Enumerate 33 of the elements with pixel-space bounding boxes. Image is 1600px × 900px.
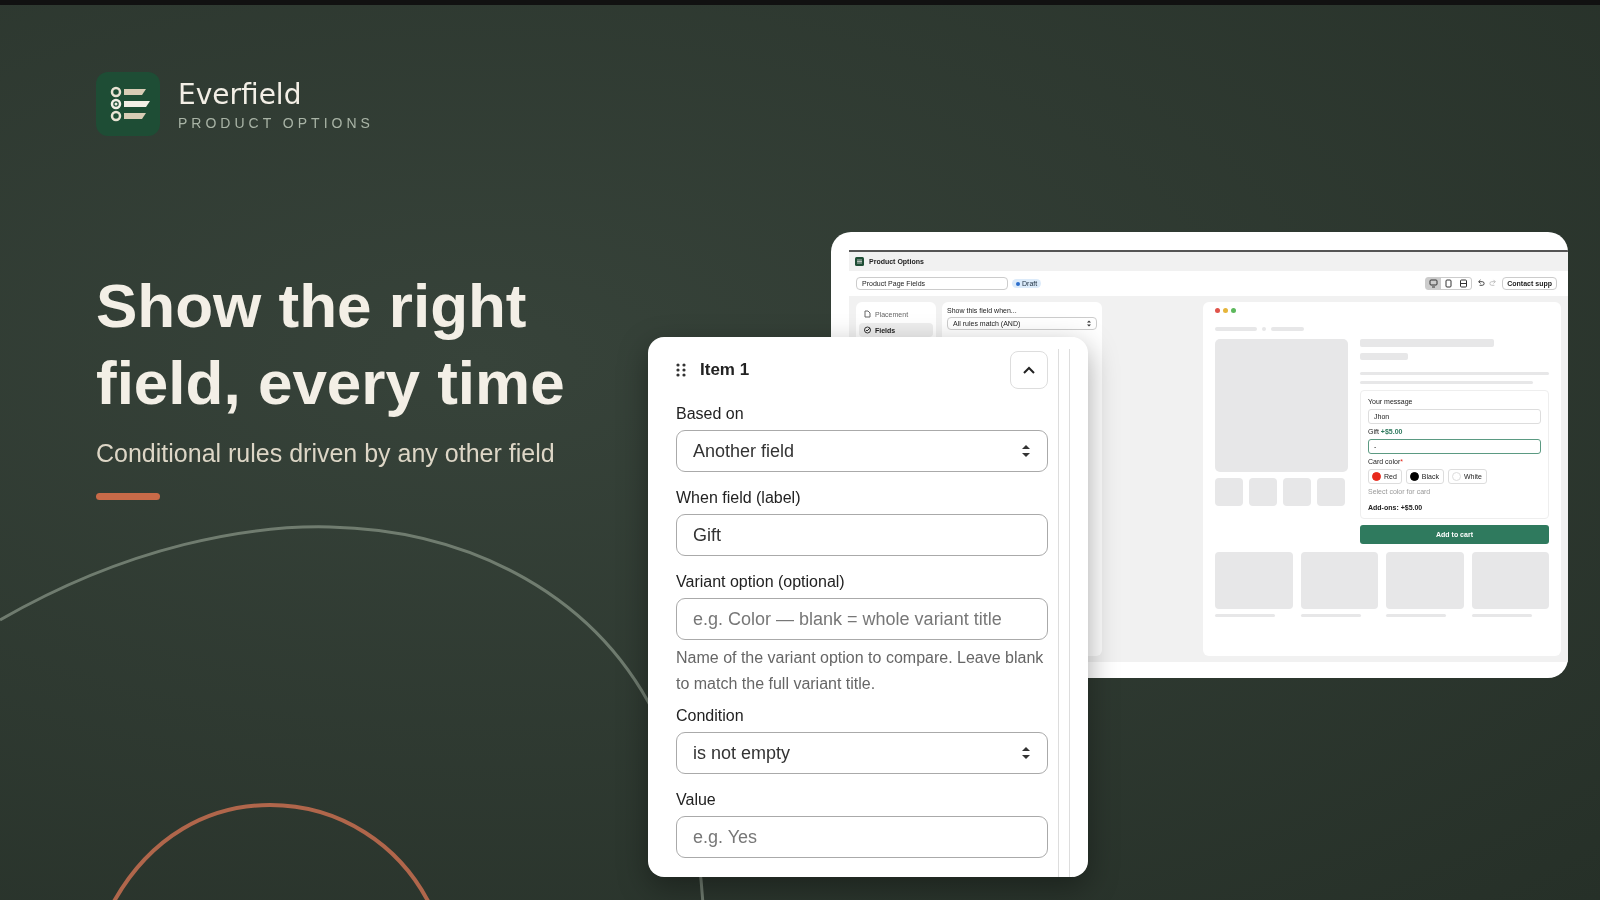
skeleton-bar	[1283, 478, 1311, 506]
field-label: When field (label)	[676, 489, 802, 507]
select-arrows-icon	[1021, 443, 1031, 459]
desktop-icon[interactable]	[1426, 278, 1442, 289]
accent-bar	[96, 493, 160, 500]
logo-icon	[96, 72, 160, 136]
skeleton-bar	[1215, 478, 1243, 506]
check-circle-icon	[864, 326, 871, 334]
item-title: Item 1	[700, 360, 751, 380]
field-label: Based on	[676, 405, 745, 423]
skeleton-bar	[1360, 353, 1408, 360]
select-field[interactable]: Another field	[676, 430, 1048, 472]
select-field[interactable]: is not empty	[676, 732, 1048, 774]
chevron-icon	[1022, 365, 1036, 375]
page-icon	[864, 310, 871, 318]
undo-icon[interactable]	[1476, 279, 1486, 288]
field-label: Value	[676, 791, 717, 809]
app-icon	[855, 257, 864, 266]
field-label: Variant option (optional)	[676, 573, 846, 591]
skeleton-bar	[1249, 478, 1277, 506]
text-field[interactable]: e.g. Yes	[676, 816, 1048, 858]
skeleton-bar	[1317, 478, 1345, 506]
help-text: Name of the variant option to compare. Leave blank to match the full variant title.	[676, 648, 1045, 694]
field-label: Condition	[676, 707, 745, 725]
drag-handle-icon[interactable]	[676, 363, 686, 377]
text-field[interactable]: Gift	[676, 514, 1048, 556]
brand-tagline: PRODUCT OPTIONS	[178, 114, 374, 131]
text-field[interactable]: e.g. Color — blank = whole variant title	[676, 598, 1048, 640]
select-arrows-icon	[1021, 745, 1031, 761]
headline: Show the right field, every time	[96, 270, 566, 419]
collapse-button[interactable]	[1010, 351, 1048, 389]
brand-name: Everfield	[178, 77, 303, 111]
select-arrows-icon	[1087, 320, 1091, 327]
